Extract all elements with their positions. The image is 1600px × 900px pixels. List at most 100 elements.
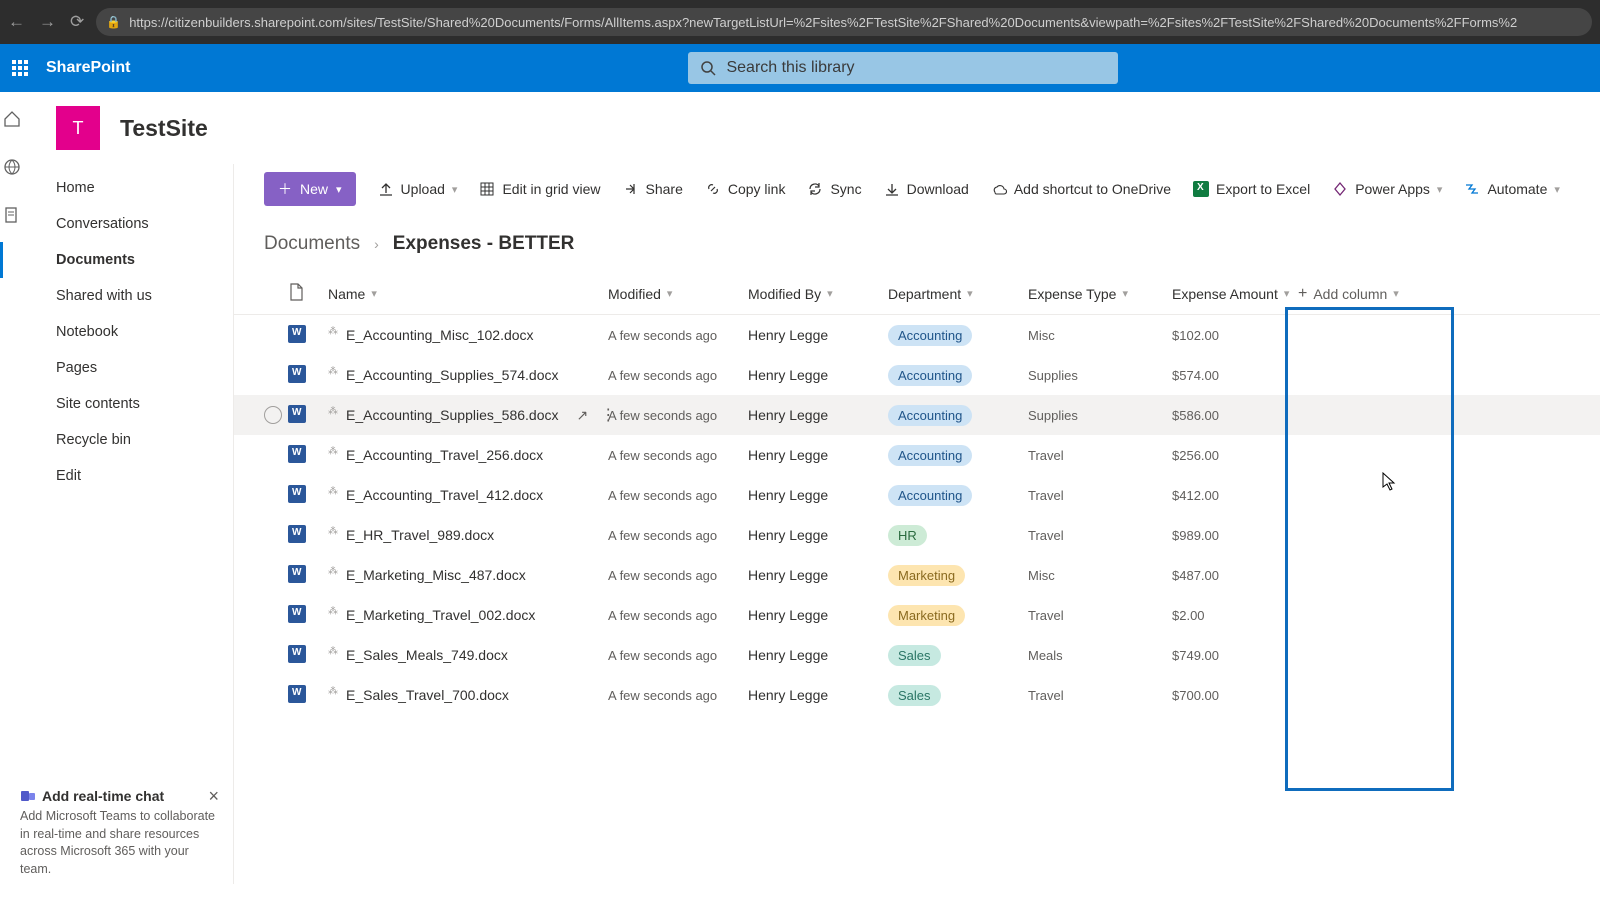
- cell-modified-by[interactable]: Henry Legge: [748, 327, 888, 343]
- breadcrumb-root[interactable]: Documents: [264, 233, 360, 255]
- table-row[interactable]: ⁂E_Marketing_Travel_002.docxA few second…: [234, 595, 1600, 635]
- upload-button[interactable]: Upload▾: [378, 181, 458, 197]
- word-icon: [288, 365, 306, 383]
- column-name[interactable]: Name▾: [328, 286, 608, 302]
- cell-modified-by[interactable]: Henry Legge: [748, 367, 888, 383]
- column-modified-by[interactable]: Modified By▾: [748, 286, 888, 302]
- cell-modified-by[interactable]: Henry Legge: [748, 527, 888, 543]
- add-shortcut-button[interactable]: Add shortcut to OneDrive: [991, 181, 1171, 197]
- home-icon[interactable]: [3, 110, 21, 128]
- sidebar-item-shared-with-us[interactable]: Shared with us: [0, 278, 233, 314]
- file-name[interactable]: E_Accounting_Supplies_574.docx: [346, 367, 559, 383]
- sidebar-item-notebook[interactable]: Notebook: [0, 314, 233, 350]
- table-row[interactable]: ⁂E_Sales_Travel_700.docxA few seconds ag…: [234, 675, 1600, 715]
- cell-modified-by[interactable]: Henry Legge: [748, 407, 888, 423]
- department-pill: Accounting: [888, 485, 972, 506]
- cell-expense-amount: $586.00: [1148, 408, 1298, 423]
- sidebar-item-edit[interactable]: Edit: [0, 458, 233, 494]
- table-row[interactable]: ⁂E_HR_Travel_989.docxA few seconds agoHe…: [234, 515, 1600, 555]
- file-name[interactable]: E_Sales_Meals_749.docx: [346, 647, 508, 663]
- sidebar-item-home[interactable]: Home: [0, 170, 233, 206]
- cell-expense-type: Misc: [1028, 568, 1148, 583]
- file-name[interactable]: E_HR_Travel_989.docx: [346, 527, 494, 543]
- automate-button[interactable]: Automate▾: [1464, 181, 1559, 197]
- sidebar-item-documents[interactable]: Documents: [0, 242, 233, 278]
- sidebar-item-conversations[interactable]: Conversations: [0, 206, 233, 242]
- cell-expense-amount: $412.00: [1148, 488, 1298, 503]
- cell-modified-by[interactable]: Henry Legge: [748, 647, 888, 663]
- file-name[interactable]: E_Accounting_Travel_256.docx: [346, 447, 543, 463]
- cell-modified: A few seconds ago: [608, 608, 748, 623]
- site-header: T TestSite: [0, 92, 1600, 164]
- sync-button[interactable]: Sync: [807, 181, 861, 197]
- reload-icon[interactable]: ⟳: [70, 12, 84, 32]
- power-apps-button[interactable]: Power Apps▾: [1332, 181, 1442, 197]
- department-pill: Accounting: [888, 445, 972, 466]
- table-row[interactable]: ⁂E_Accounting_Travel_256.docxA few secon…: [234, 435, 1600, 475]
- sidebar-item-recycle-bin[interactable]: Recycle bin: [0, 422, 233, 458]
- excel-icon: [1193, 181, 1209, 197]
- column-modified[interactable]: Modified▾: [608, 286, 748, 302]
- word-icon: [288, 525, 306, 543]
- cell-expense-type: Travel: [1028, 448, 1148, 463]
- download-button[interactable]: Download: [884, 181, 969, 197]
- column-expense-amount[interactable]: Expense Amount▾: [1148, 286, 1298, 302]
- table-row[interactable]: ⁂E_Sales_Meals_749.docxA few seconds ago…: [234, 635, 1600, 675]
- chevron-down-icon: ▾: [1393, 287, 1399, 300]
- site-title[interactable]: TestSite: [120, 115, 208, 142]
- cell-modified-by[interactable]: Henry Legge: [748, 687, 888, 703]
- file-name[interactable]: E_Sales_Travel_700.docx: [346, 687, 509, 703]
- share-button[interactable]: Share: [623, 181, 683, 197]
- share-icon[interactable]: ↗: [577, 407, 589, 424]
- cell-modified: A few seconds ago: [608, 328, 748, 343]
- table-header: Name▾ Modified▾ Modified By▾ Department▾…: [234, 273, 1600, 315]
- cell-modified-by[interactable]: Henry Legge: [748, 487, 888, 503]
- cell-modified: A few seconds ago: [608, 568, 748, 583]
- table-row[interactable]: ⁂E_Accounting_Misc_102.docxA few seconds…: [234, 315, 1600, 355]
- command-bar: ＋ New ▾ Upload▾ Edit in grid view Share …: [234, 164, 1600, 215]
- app-launcher-icon[interactable]: [12, 60, 28, 76]
- department-pill: Marketing: [888, 605, 965, 626]
- table-row[interactable]: ⁂E_Accounting_Supplies_586.docx↗⋮A few s…: [234, 395, 1600, 435]
- file-name[interactable]: E_Marketing_Travel_002.docx: [346, 607, 535, 623]
- cell-expense-amount: $700.00: [1148, 688, 1298, 703]
- cell-modified-by[interactable]: Henry Legge: [748, 567, 888, 583]
- cell-modified-by[interactable]: Henry Legge: [748, 607, 888, 623]
- word-icon: [288, 405, 306, 423]
- cell-modified: A few seconds ago: [608, 448, 748, 463]
- chevron-down-icon: ▾: [336, 183, 342, 196]
- close-icon[interactable]: ×: [208, 786, 219, 807]
- file-name[interactable]: E_Accounting_Travel_412.docx: [346, 487, 543, 503]
- table-row[interactable]: ⁂E_Accounting_Supplies_574.docxA few sec…: [234, 355, 1600, 395]
- sidebar-item-site-contents[interactable]: Site contents: [0, 386, 233, 422]
- file-name[interactable]: E_Marketing_Misc_487.docx: [346, 567, 526, 583]
- edit-grid-button[interactable]: Edit in grid view: [479, 181, 600, 197]
- table-row[interactable]: ⁂E_Marketing_Misc_487.docxA few seconds …: [234, 555, 1600, 595]
- back-icon[interactable]: ←: [8, 12, 25, 32]
- search-input[interactable]: Search this library: [688, 52, 1118, 84]
- cursor-icon: [1382, 472, 1396, 492]
- export-excel-button[interactable]: Export to Excel: [1193, 181, 1310, 197]
- word-icon: [288, 565, 306, 583]
- file-name[interactable]: E_Accounting_Supplies_586.docx: [346, 407, 559, 423]
- add-column-button[interactable]: +Add column▾: [1298, 285, 1418, 303]
- cell-expense-type: Travel: [1028, 488, 1148, 503]
- new-indicator-icon: ⁂: [328, 486, 338, 497]
- row-select[interactable]: [264, 406, 282, 424]
- brand-label[interactable]: SharePoint: [46, 59, 130, 77]
- url-bar[interactable]: 🔒 https://citizenbuilders.sharepoint.com…: [96, 8, 1592, 36]
- column-expense-type[interactable]: Expense Type▾: [1028, 286, 1148, 302]
- column-department[interactable]: Department▾: [888, 286, 1028, 302]
- file-name[interactable]: E_Accounting_Misc_102.docx: [346, 327, 534, 343]
- new-button[interactable]: ＋ New ▾: [264, 172, 356, 206]
- cell-modified-by[interactable]: Henry Legge: [748, 447, 888, 463]
- copy-link-button[interactable]: Copy link: [705, 181, 786, 197]
- cell-expense-amount: $256.00: [1148, 448, 1298, 463]
- search-icon: [700, 60, 716, 76]
- sidebar-item-pages[interactable]: Pages: [0, 350, 233, 386]
- file-type-icon[interactable]: [288, 283, 304, 301]
- department-pill: Marketing: [888, 565, 965, 586]
- chevron-down-icon: ▾: [827, 287, 833, 300]
- site-logo[interactable]: T: [56, 106, 100, 150]
- forward-icon[interactable]: →: [39, 12, 56, 32]
